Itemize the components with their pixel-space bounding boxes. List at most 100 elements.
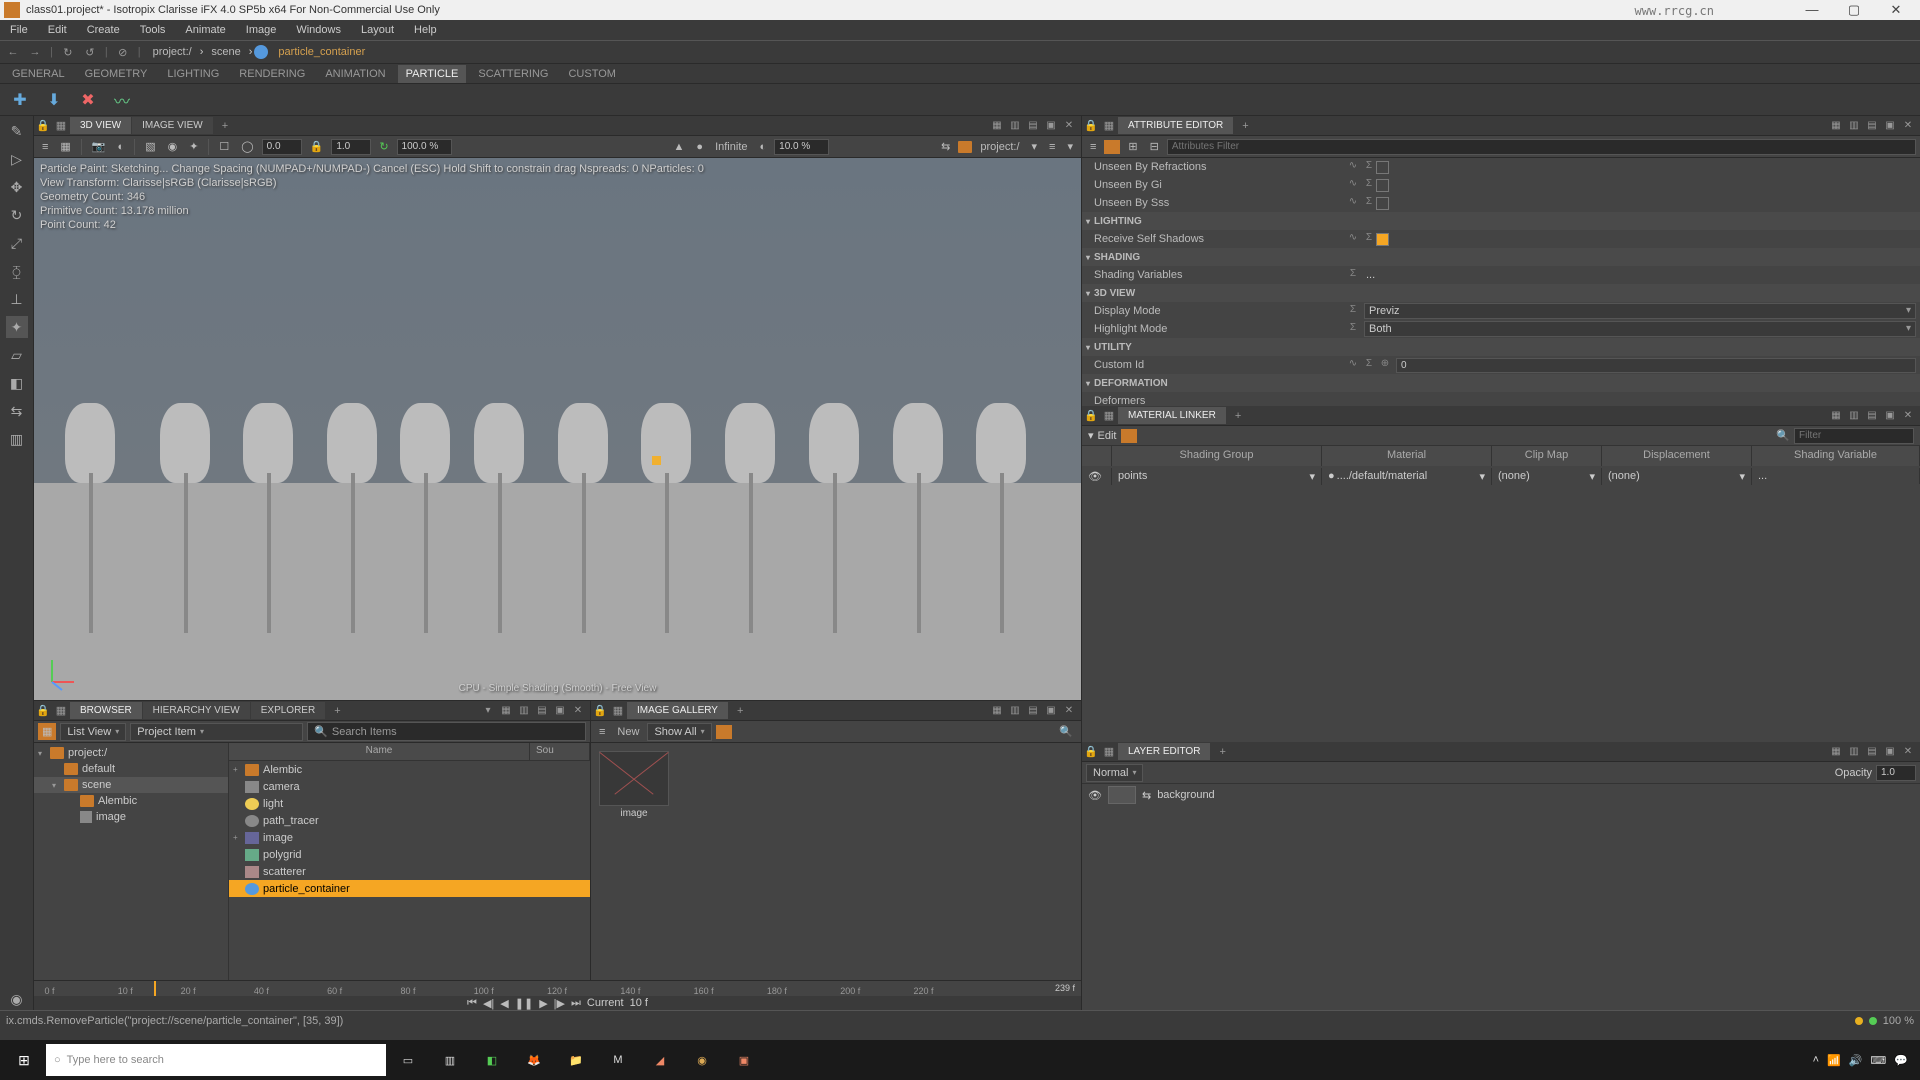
tab-icon[interactable]: ▦ — [52, 704, 70, 717]
section-shading[interactable]: SHADING — [1082, 248, 1920, 266]
close-panel-icon[interactable]: ✕ — [1900, 120, 1916, 131]
list-item[interactable]: scatterer — [229, 863, 590, 880]
cat-geometry[interactable]: GEOMETRY — [77, 65, 156, 83]
close-button[interactable]: ✕ — [1876, 2, 1916, 18]
app-icon[interactable]: M — [598, 1044, 638, 1076]
col-shading-group[interactable]: Shading Group — [1112, 446, 1322, 466]
globe-icon[interactable]: ◉ — [6, 988, 28, 1010]
cat-rendering[interactable]: RENDERING — [231, 65, 313, 83]
browser-mode-icon[interactable]: ▦ — [38, 723, 56, 740]
section-utility[interactable]: UTILITY — [1082, 338, 1920, 356]
tab-icon[interactable]: ▦ — [52, 119, 70, 132]
curve-icon[interactable]: ∿ — [1346, 178, 1360, 192]
vt-shaded-icon[interactable]: ◉ — [164, 138, 182, 155]
col-material[interactable]: Material — [1322, 446, 1492, 466]
vt-value-a[interactable] — [262, 139, 302, 155]
attr-expand-icon[interactable]: ⊞ — [1124, 138, 1141, 155]
layout-icon[interactable]: ▥ — [1007, 705, 1023, 716]
layout-icon[interactable]: ▦ — [1828, 120, 1844, 131]
checkbox[interactable] — [1376, 179, 1389, 192]
cat-particle[interactable]: PARTICLE — [398, 65, 467, 83]
vt-sphere2-icon[interactable]: ● — [692, 139, 707, 155]
add-tab-button[interactable]: + — [1234, 120, 1256, 132]
layout-icon[interactable]: ▣ — [552, 705, 568, 716]
language-icon[interactable]: ⌨ — [1870, 1054, 1886, 1067]
col-displacement[interactable]: Displacement — [1602, 446, 1752, 466]
sigma-icon[interactable]: Σ — [1346, 304, 1360, 318]
tree-row[interactable]: default — [34, 761, 228, 777]
table-row[interactable]: 👁 points▾ ●..../default/material▾ (none)… — [1082, 466, 1920, 486]
checkbox[interactable] — [1376, 197, 1389, 210]
tab-hierarchy[interactable]: HIERARCHY VIEW — [143, 702, 250, 719]
vt-render-icon[interactable]: ▲ — [670, 139, 689, 155]
chevron-down-icon[interactable]: ▾ — [1589, 470, 1595, 483]
layout-icon[interactable]: ▥ — [1846, 410, 1862, 421]
brush-icon[interactable]: ✎ — [6, 120, 28, 142]
tab-gallery[interactable]: IMAGE GALLERY — [627, 702, 728, 719]
firefox-icon[interactable]: 🦊 — [514, 1044, 554, 1076]
list-item[interactable]: path_tracer — [229, 812, 590, 829]
add-tab-button[interactable]: + — [214, 120, 236, 132]
menu-windows[interactable]: Windows — [290, 22, 347, 38]
network-icon[interactable]: 📶 — [1827, 1054, 1841, 1067]
paint-icon[interactable]: ✦ — [6, 316, 28, 338]
nav-forward-icon[interactable]: → — [26, 43, 44, 61]
play-back-icon[interactable]: ◀ — [500, 997, 508, 1010]
vt-refresh-icon[interactable]: ↻ — [375, 138, 392, 155]
col-source[interactable]: Sou — [530, 743, 590, 760]
browser-search[interactable]: 🔍 Search Items — [307, 722, 586, 741]
mat-filter-input[interactable] — [1794, 428, 1914, 444]
section-3dview[interactable]: 3D VIEW — [1082, 284, 1920, 302]
menu-create[interactable]: Create — [81, 22, 126, 38]
tab-3dview[interactable]: 3D VIEW — [70, 117, 131, 134]
curve-icon[interactable]: ∿ — [1346, 232, 1360, 246]
explorer-icon[interactable]: 📁 — [556, 1044, 596, 1076]
tab-material-linker[interactable]: MATERIAL LINKER — [1118, 407, 1226, 424]
tab-icon[interactable]: ▦ — [1100, 119, 1118, 132]
lock-icon[interactable]: 🔒 — [591, 704, 609, 717]
vt-value-b[interactable] — [331, 139, 371, 155]
taskbar-search[interactable]: ○ Type here to search — [46, 1044, 386, 1076]
vt-wireframe-icon[interactable]: ▧ — [141, 138, 159, 155]
viewport-3d[interactable]: Particle Paint: Sketching... Change Spac… — [34, 158, 1081, 700]
particle-remove-icon[interactable]: ✖ — [76, 88, 100, 112]
layout-icon[interactable]: ▣ — [1043, 120, 1059, 131]
sigma-icon[interactable]: Σ — [1362, 196, 1376, 210]
layout-icon[interactable]: ▤ — [1864, 410, 1880, 421]
gallery-thumb-icon[interactable] — [716, 725, 732, 739]
mat-edit-label[interactable]: Edit — [1098, 430, 1117, 442]
vt-clip-icon[interactable]: ◐ — [756, 139, 771, 155]
vt-box-icon[interactable]: ☐ — [215, 138, 233, 155]
list-item[interactable]: light — [229, 795, 590, 812]
close-panel-icon[interactable]: ✕ — [570, 705, 586, 716]
chevron-down-icon[interactable]: ▾ — [1479, 470, 1485, 483]
chevron-up-icon[interactable]: ˄ — [1813, 1054, 1819, 1066]
pause-icon[interactable]: ❚❚ — [515, 997, 533, 1010]
particle-flow-icon[interactable]: 〰 — [110, 88, 134, 112]
section-lighting[interactable]: LIGHTING — [1082, 212, 1920, 230]
sigma-icon[interactable]: Σ — [1362, 232, 1376, 246]
vt-path[interactable]: project:/ — [976, 139, 1023, 155]
timeline-ruler[interactable]: 0 f 10 f 20 f 40 f 60 f 80 f 100 f 120 f… — [34, 981, 1081, 996]
vt-lock-icon[interactable]: 🔒 — [306, 138, 328, 155]
vt-menu-icon[interactable]: ≡ — [38, 139, 52, 155]
chevron-down-icon[interactable]: ▾ — [480, 705, 496, 716]
task-view-icon[interactable]: ▭ — [388, 1044, 428, 1076]
curve-icon[interactable]: ∿ — [1346, 160, 1360, 174]
checkbox[interactable] — [1376, 161, 1389, 174]
layout-icon[interactable]: ▤ — [1864, 746, 1880, 757]
display-mode-dropdown[interactable]: Previz — [1364, 303, 1916, 319]
mat-edit-chevron-icon[interactable]: ▾ — [1088, 429, 1094, 442]
menu-animate[interactable]: Animate — [179, 22, 231, 38]
curve-icon[interactable]: ∿ — [1346, 358, 1360, 372]
chevron-down-icon[interactable]: ▾ — [1028, 138, 1042, 155]
col-shading-variable[interactable]: Shading Variable — [1752, 446, 1920, 466]
ground-icon[interactable]: ⊥ — [6, 288, 28, 310]
cat-scattering[interactable]: SCATTERING — [470, 65, 556, 83]
attr-collapse-icon[interactable]: ⊟ — [1146, 138, 1163, 155]
add-tab-button[interactable]: + — [729, 705, 751, 717]
sigma-icon[interactable]: Σ — [1346, 268, 1360, 282]
sigma-icon[interactable]: Σ — [1362, 358, 1376, 372]
vt-infinite-label[interactable]: Infinite — [711, 139, 751, 155]
layer-row[interactable]: 👁 ⇆ background — [1082, 784, 1920, 806]
